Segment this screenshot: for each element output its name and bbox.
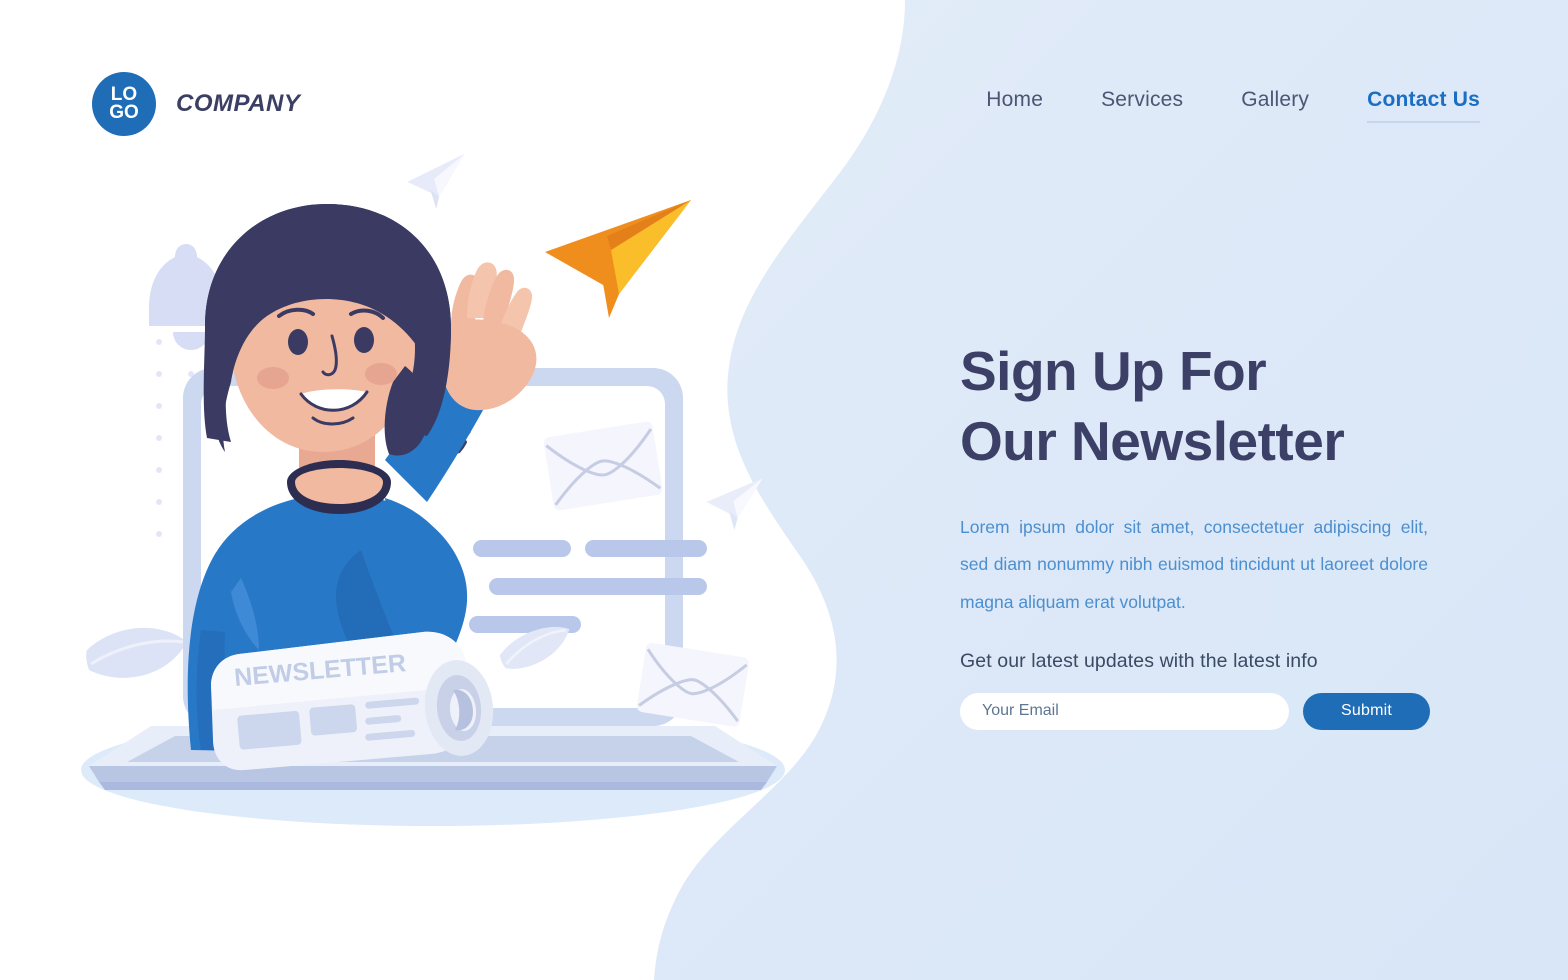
rolled-newspaper: NEWSLETTER	[211, 631, 494, 771]
nav-item-services[interactable]: Services	[1101, 88, 1183, 121]
site-header: LO GO COMPANY Home Services Gallery Cont…	[0, 0, 1568, 200]
white-paper-plane-right	[706, 477, 763, 531]
brand-logo[interactable]: LO GO COMPANY	[92, 72, 300, 136]
logo-text-line2: GO	[109, 102, 139, 123]
email-input[interactable]	[960, 692, 1289, 730]
hero-subheading: Get our latest updates with the latest i…	[960, 649, 1318, 672]
page-canvas: NEWSLETTER LO GO COMPANY Home Services G…	[0, 0, 1568, 980]
submit-button[interactable]: Submit	[1303, 692, 1430, 730]
orange-paper-plane	[545, 200, 691, 318]
nav-item-contact-us[interactable]: Contact Us	[1367, 88, 1480, 123]
headline-line-1: Sign Up For	[960, 340, 1267, 402]
headline-line-2: Our Newsletter	[960, 410, 1345, 473]
newsletter-signup-form: Submit	[960, 692, 1430, 730]
company-name: COMPANY	[176, 90, 301, 117]
main-navigation: Home Services Gallery Contact Us	[986, 88, 1480, 123]
nav-item-gallery[interactable]: Gallery	[1241, 88, 1309, 121]
nav-item-home[interactable]: Home	[986, 88, 1043, 121]
hero-paragraph: Lorem ipsum dolor sit amet, consectetuer…	[960, 516, 1428, 613]
hero-content: Sign Up For Our Newsletter Lorem ipsum d…	[960, 336, 1430, 730]
waving-hand	[439, 262, 537, 411]
newsletter-illustration: NEWSLETTER	[81, 153, 785, 826]
logo-circle-icon: LO GO	[92, 72, 156, 136]
page-title: Sign Up For Our Newsletter	[960, 336, 1430, 477]
leaf-left	[86, 627, 187, 678]
